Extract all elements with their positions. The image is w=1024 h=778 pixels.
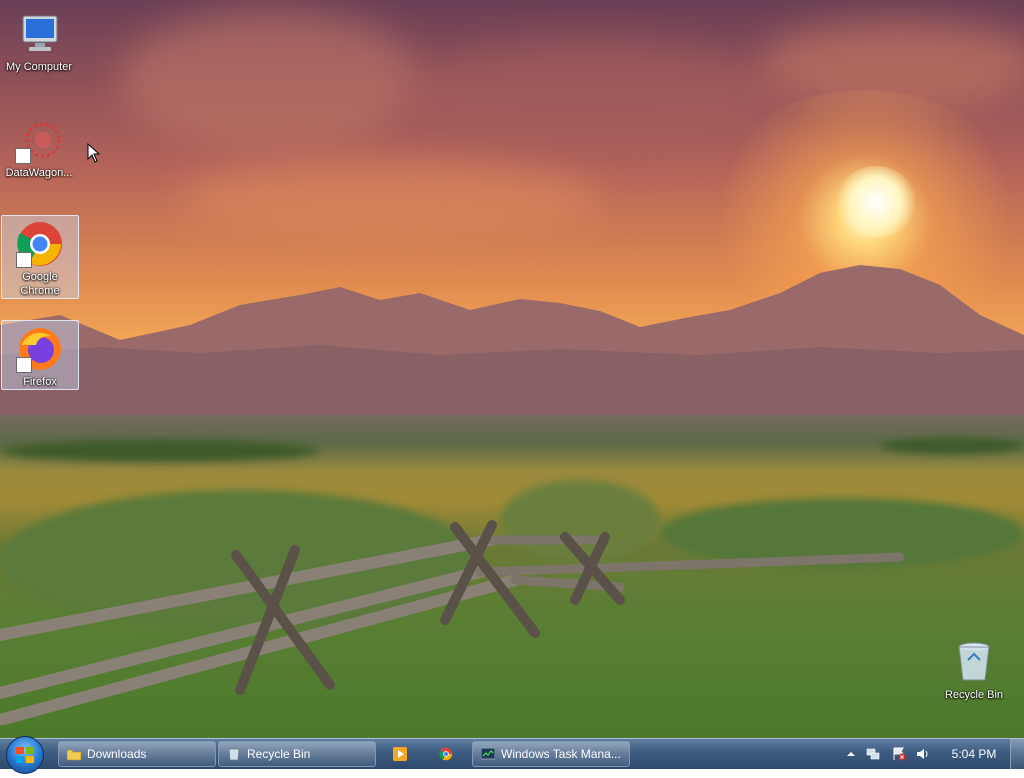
taskbar-button-downloads[interactable]: Downloads xyxy=(58,741,216,767)
task-manager-icon xyxy=(481,747,495,760)
taskbar-button-recycle-bin[interactable]: Recycle Bin xyxy=(218,741,376,767)
wooden-fence xyxy=(0,520,905,725)
volume-icon[interactable] xyxy=(916,747,930,761)
taskbar-button-chrome[interactable] xyxy=(428,741,464,767)
mountain-range xyxy=(0,265,1024,415)
taskbar-button-label: Recycle Bin xyxy=(247,747,311,761)
desktop-wallpaper: My Computer DataWagon... Google Chrome F… xyxy=(0,0,1024,738)
desktop-icon-label: Chrome xyxy=(20,285,60,297)
shortcut-arrow-icon xyxy=(16,252,32,268)
desktop-icon-label: Recycle Bin xyxy=(944,689,1004,701)
datawagon-icon xyxy=(15,116,63,164)
taskbar-button-label: Downloads xyxy=(87,747,147,761)
chrome-icon xyxy=(439,747,453,761)
taskbar-button-task-manager[interactable]: Windows Task Mana... xyxy=(472,741,630,767)
chrome-icon xyxy=(16,220,64,268)
desktop-icon-my-computer[interactable]: My Computer xyxy=(1,6,77,76)
desktop-icon-label: My Computer xyxy=(5,61,73,73)
start-button[interactable] xyxy=(6,736,44,774)
shortcut-arrow-icon xyxy=(15,148,31,164)
computer-icon xyxy=(15,10,63,58)
desktop-icon-firefox[interactable]: Firefox xyxy=(1,320,79,390)
folder-icon xyxy=(67,749,81,761)
system-clock[interactable]: 5:04 PM xyxy=(948,739,1000,769)
desktop-icon-label: Firefox xyxy=(23,376,57,388)
desktop-icon-label: Google xyxy=(22,271,58,283)
taskbar: Downloads Recycle Bin Windows Task Mana.… xyxy=(0,736,1024,774)
sun xyxy=(836,166,916,238)
taskbar-button-label: Windows Task Mana... xyxy=(501,747,621,761)
action-center-icon[interactable] xyxy=(892,747,906,761)
desktop-icon-label: DataWagon... xyxy=(5,167,73,179)
desktop-icon-recycle-bin[interactable]: Recycle Bin xyxy=(936,634,1012,704)
show-hidden-icons-icon[interactable] xyxy=(844,747,858,761)
recycle-bin-icon xyxy=(228,748,240,761)
firefox-icon xyxy=(16,325,64,373)
recycle-bin-icon xyxy=(950,638,998,686)
taskbar-button-media-player[interactable] xyxy=(382,741,418,767)
shortcut-arrow-icon xyxy=(16,357,32,373)
media-player-icon xyxy=(393,747,407,761)
mouse-cursor-icon xyxy=(87,143,101,163)
desktop-icon-google-chrome[interactable]: Google Chrome xyxy=(1,215,79,299)
desktop-icon-datawagon[interactable]: DataWagon... xyxy=(1,112,77,182)
show-desktop-button[interactable] xyxy=(1010,739,1024,769)
network-icon[interactable] xyxy=(866,747,880,761)
